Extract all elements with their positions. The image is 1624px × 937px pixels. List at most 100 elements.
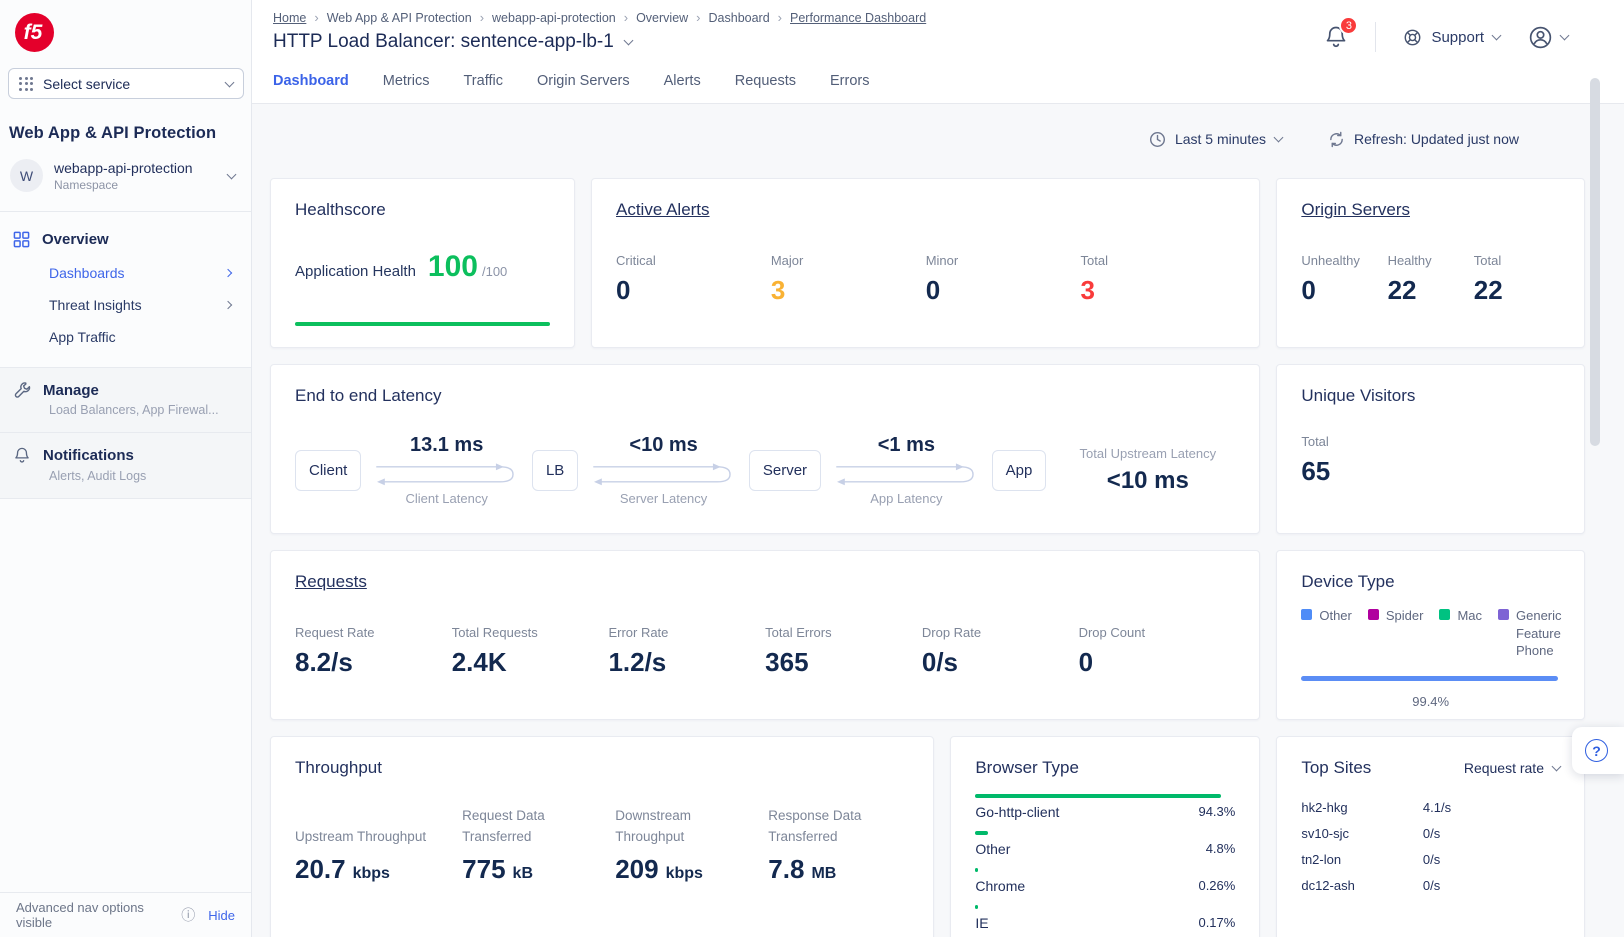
stat-value: 0 xyxy=(926,275,1081,306)
legend-swatch xyxy=(1498,609,1509,620)
support-menu[interactable]: Support xyxy=(1403,28,1500,47)
stat-major: Major 3 xyxy=(771,253,926,306)
hide-nav-link[interactable]: Hide xyxy=(208,908,235,923)
clock-icon xyxy=(1149,131,1166,148)
origin-servers-title[interactable]: Origin Servers xyxy=(1301,200,1410,220)
breadcrumb-overview[interactable]: Overview xyxy=(636,11,688,25)
bell-icon xyxy=(13,446,31,465)
breadcrumb-performance-dashboard[interactable]: Performance Dashboard xyxy=(790,11,926,25)
browser-label: Go-http-client xyxy=(975,804,1059,820)
stat-unit: kbps xyxy=(353,865,390,883)
active-alerts-title[interactable]: Active Alerts xyxy=(616,200,710,220)
stat-request-data-transferred: Request Data Transferred 775kB xyxy=(462,804,603,885)
device-type-percent: 99.4% xyxy=(1301,694,1560,709)
sidebar-item-threat-insights[interactable]: Threat Insights xyxy=(12,289,239,321)
manage-label: Manage xyxy=(43,382,99,399)
legend-swatch xyxy=(1368,609,1379,620)
browser-bar xyxy=(975,794,1220,798)
breadcrumb-namespace[interactable]: webapp-api-protection xyxy=(492,11,616,25)
time-range-selector[interactable]: Last 5 minutes xyxy=(1149,131,1282,148)
stat-value: 0 xyxy=(1301,275,1387,306)
sidebar-item-label: Dashboards xyxy=(49,265,125,281)
sidebar: f5 Select service Web App & API Protecti… xyxy=(0,0,252,937)
stat-label: Unhealthy xyxy=(1301,253,1387,268)
breadcrumb-separator: › xyxy=(696,10,700,25)
breadcrumb-home[interactable]: Home xyxy=(273,11,306,25)
tab-dashboard[interactable]: Dashboard xyxy=(273,73,349,103)
breadcrumb-product[interactable]: Web App & API Protection xyxy=(327,11,472,25)
device-type-legend: Other Spider Mac Generic Feature Phone xyxy=(1301,607,1560,660)
hop-label: Client Latency xyxy=(405,491,487,506)
breadcrumb-separator: › xyxy=(314,10,318,25)
requests-title[interactable]: Requests xyxy=(295,572,367,592)
namespace-sublabel: Namespace xyxy=(54,178,193,192)
browser-bar xyxy=(975,905,978,909)
browser-row: Other4.8% xyxy=(975,831,1235,857)
browser-row: Go-http-client94.3% xyxy=(975,794,1235,820)
latency-node-app: App xyxy=(992,450,1047,491)
top-sites-metric-selector[interactable]: Request rate xyxy=(1464,760,1560,776)
sidebar-item-dashboards[interactable]: Dashboards xyxy=(12,257,239,289)
hop-value: <1 ms xyxy=(878,434,935,457)
legend-item-spider: Spider xyxy=(1368,607,1424,660)
browser-row: IE0.17% xyxy=(975,905,1235,931)
healthscore-card: Healthscore Application Health 100 /100 xyxy=(270,178,575,348)
help-icon: ? xyxy=(1585,739,1608,762)
stat-drop-count: Drop Count 0 xyxy=(1079,625,1236,678)
unique-visitors-card: Unique Visitors Total 65 xyxy=(1276,364,1585,534)
stat-value: 22 xyxy=(1388,275,1474,306)
refresh-label: Refresh: Updated just now xyxy=(1354,131,1519,147)
legend-item-other: Other xyxy=(1301,607,1352,660)
title-chevron-down-icon[interactable] xyxy=(623,36,633,46)
overview-grid-icon xyxy=(13,231,30,248)
stat-label: Downstream Throughput xyxy=(615,804,747,848)
stat-label: Critical xyxy=(616,253,771,268)
legend-label: Other xyxy=(1319,607,1352,660)
namespace-name: webapp-api-protection xyxy=(54,160,193,176)
latency-hop-server: <10 ms Server Latency xyxy=(578,434,749,506)
sidebar-item-app-traffic[interactable]: App Traffic xyxy=(12,321,239,353)
stat-value: 20.7 xyxy=(295,854,346,885)
browser-row: Chrome0.26% xyxy=(975,868,1235,894)
site-name: dc12-ash xyxy=(1301,878,1423,893)
sidebar-section-manage[interactable]: Manage Load Balancers, App Firewal... xyxy=(0,367,251,432)
stat-label: Total xyxy=(1474,253,1560,268)
hop-value: <10 ms xyxy=(629,434,697,457)
breadcrumb-dashboard[interactable]: Dashboard xyxy=(709,11,770,25)
notifications-sublabel: Alerts, Audit Logs xyxy=(49,469,239,483)
page-title: HTTP Load Balancer: sentence-app-lb-1 xyxy=(273,31,614,53)
notifications-bell-button[interactable]: 3 xyxy=(1324,24,1348,50)
tab-origin-servers[interactable]: Origin Servers xyxy=(537,73,630,103)
tab-metrics[interactable]: Metrics xyxy=(383,73,430,103)
browser-label: Chrome xyxy=(975,878,1025,894)
tab-alerts[interactable]: Alerts xyxy=(664,73,701,103)
browser-bar xyxy=(975,831,987,835)
tab-requests[interactable]: Requests xyxy=(735,73,796,103)
latency-title: End to end Latency xyxy=(295,386,442,406)
legend-item-mac: Mac xyxy=(1439,607,1482,660)
namespace-selector[interactable]: W webapp-api-protection Namespace xyxy=(4,155,243,196)
refresh-button[interactable]: Refresh: Updated just now xyxy=(1328,131,1519,148)
chevron-down-icon xyxy=(1560,31,1570,41)
service-selector[interactable]: Select service xyxy=(8,68,244,99)
life-ring-icon xyxy=(1403,28,1422,47)
help-button[interactable]: ? xyxy=(1572,727,1624,774)
site-rate: 0/s xyxy=(1423,852,1440,867)
stat-label: Total Requests xyxy=(452,625,609,640)
nav-overview-header[interactable]: Overview xyxy=(12,231,239,248)
wrench-icon xyxy=(13,381,31,399)
top-site-row: hk2-hkg 4.1/s xyxy=(1301,794,1560,820)
stat-critical: Critical 0 xyxy=(616,253,771,306)
sidebar-footer: Advanced nav options visible ⓘ Hide xyxy=(0,892,251,937)
browser-percent: 0.17% xyxy=(1198,915,1235,931)
application-health-label: Application Health xyxy=(295,263,416,280)
scrollbar-thumb[interactable] xyxy=(1590,78,1600,446)
apps-grid-icon xyxy=(19,77,33,91)
account-menu[interactable] xyxy=(1527,24,1568,51)
legend-label: Spider xyxy=(1386,607,1424,660)
tab-errors[interactable]: Errors xyxy=(830,73,869,103)
stat-value: 0 xyxy=(616,275,771,306)
f5-logo[interactable]: f5 xyxy=(15,13,54,52)
sidebar-section-notifications[interactable]: Notifications Alerts, Audit Logs xyxy=(0,432,251,499)
tab-traffic[interactable]: Traffic xyxy=(463,73,502,103)
